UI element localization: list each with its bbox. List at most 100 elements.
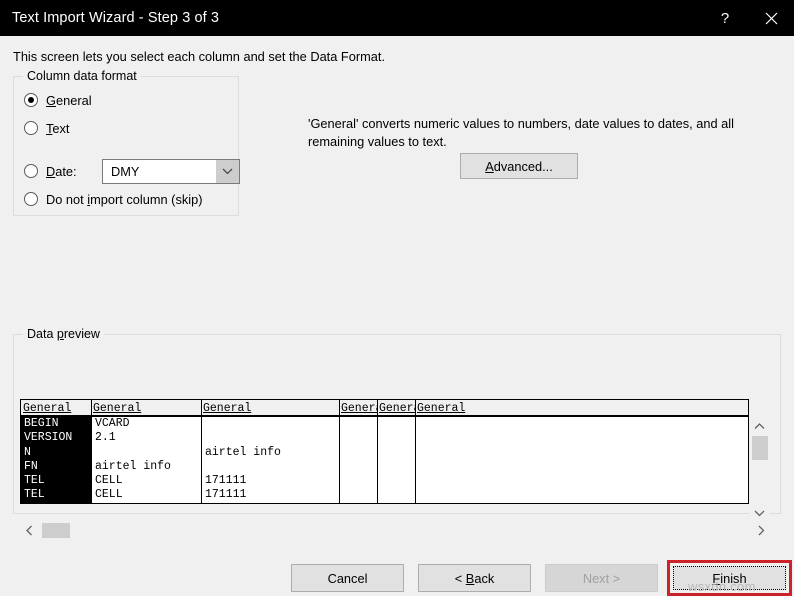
date-format-select[interactable]: DMY [102, 159, 240, 184]
preview-vertical-scrollbar[interactable] [749, 417, 770, 522]
preview-cell [340, 417, 377, 431]
format-description: 'General' converts numeric values to num… [308, 116, 734, 149]
chevron-right-icon [758, 525, 764, 535]
preview-column[interactable] [415, 417, 501, 503]
preview-cell: 2.1 [95, 431, 116, 445]
preview-cell: CELL [95, 488, 123, 502]
vertical-scroll-thumb[interactable] [752, 436, 768, 460]
preview-cell [92, 446, 201, 460]
preview-data-rows[interactable]: BEGIN VERSION N FN TEL TEL VCARD 2.1 airtel inf… [20, 417, 749, 504]
next-button-label: Next > [582, 570, 621, 586]
back-post: ack [474, 570, 495, 586]
data-preview-table[interactable]: GeneralGeneralGeneralGeneralGeneralGener… [20, 399, 770, 522]
preview-cell [378, 474, 415, 488]
radio-date-indicator[interactable] [24, 164, 38, 178]
preview-cell: TEL [24, 488, 45, 502]
cancel-button[interactable]: Cancel [291, 564, 404, 592]
scroll-left-button[interactable] [20, 520, 38, 540]
chevron-up-icon [754, 422, 765, 429]
radio-general-rest: eneral [55, 92, 92, 108]
chevron-left-icon [25, 525, 32, 535]
scroll-right-button[interactable] [752, 520, 770, 540]
radio-skip-indicator[interactable] [24, 192, 38, 206]
preview-column-header-label: General [23, 402, 72, 415]
accel-d: D [46, 163, 56, 179]
preview-column[interactable]: airtel info 171111 171111 [201, 417, 339, 503]
advanced-button-label: Advanced... [485, 159, 553, 174]
intro-text: This screen lets you select each column … [13, 49, 385, 64]
horizontal-scroll-thumb[interactable] [42, 523, 70, 538]
data-preview-title: Data preview [23, 327, 104, 341]
close-button[interactable] [748, 0, 794, 36]
advanced-button-rest: dvanced... [493, 158, 553, 174]
preview-cell [416, 417, 501, 431]
accel-a: A [485, 158, 494, 174]
preview-column[interactable]: BEGIN VERSION N FN TEL TEL [21, 417, 91, 503]
scroll-up-button[interactable] [749, 417, 770, 435]
column-data-format-title: Column data format [23, 69, 141, 83]
preview-column-header[interactable]: General [339, 400, 377, 415]
radio-text-rest: ext [52, 120, 70, 136]
watermark: wsxdn.com [688, 579, 756, 594]
preview-column-header-label: General [93, 402, 142, 415]
preview-cell [378, 488, 415, 502]
preview-cell [202, 417, 339, 431]
preview-column-divider[interactable] [339, 400, 340, 415]
preview-column-divider[interactable] [91, 400, 92, 415]
preview-cell: 171111 [205, 474, 247, 488]
back-pre: < [454, 570, 466, 586]
preview-column-header[interactable]: General [201, 400, 339, 415]
preview-column[interactable]: VCARD 2.1 airtel info CELL CELL [91, 417, 201, 503]
preview-cell: FN [24, 459, 38, 473]
preview-cell: TEL [24, 474, 45, 488]
radio-text-indicator[interactable] [24, 121, 38, 135]
preview-column-header-label: General [203, 402, 252, 415]
preview-cell [340, 446, 377, 460]
preview-horizontal-scrollbar[interactable] [20, 520, 770, 540]
preview-column-divider[interactable] [377, 400, 378, 415]
dialog-body: This screen lets you select each column … [0, 36, 794, 596]
radio-skip[interactable]: Do not import column (skip) [24, 190, 202, 208]
help-button[interactable]: ? [702, 0, 748, 36]
preview-column[interactable] [377, 417, 415, 503]
preview-cell: airtel info [205, 445, 281, 459]
radio-text-label: Text [46, 121, 69, 136]
next-button: Next > [545, 564, 658, 592]
preview-cell [416, 431, 501, 445]
close-icon [765, 12, 777, 24]
radio-text[interactable]: Text [24, 119, 69, 137]
preview-column-header[interactable]: General [377, 400, 415, 415]
preview-column-divider[interactable] [201, 400, 202, 415]
preview-cell [340, 474, 377, 488]
title-bar: Text Import Wizard - Step 3 of 3 ? [0, 0, 794, 36]
radio-general[interactable]: General [24, 91, 92, 109]
back-button[interactable]: < Back [418, 564, 531, 592]
preview-column-header[interactable]: General [91, 400, 201, 415]
radio-general-indicator[interactable] [24, 93, 38, 107]
preview-cell [416, 488, 501, 502]
chevron-down-icon[interactable] [216, 160, 239, 183]
radio-date[interactable]: Date: [24, 162, 77, 180]
data-preview-title-post: review [63, 327, 100, 341]
accel-g: G [46, 92, 56, 108]
advanced-button[interactable]: Advanced... [460, 153, 578, 179]
preview-cell: BEGIN [24, 417, 59, 430]
preview-cell [378, 446, 415, 460]
radio-date-label: Date: [46, 164, 77, 179]
radio-date-rest: ate: [55, 163, 77, 179]
radio-skip-pre: Do not [46, 191, 88, 207]
preview-cell [416, 474, 501, 488]
preview-cell [202, 431, 339, 445]
preview-header-row[interactable]: GeneralGeneralGeneralGeneralGeneralGener… [20, 399, 749, 417]
preview-cell: VERSION [24, 431, 73, 445]
preview-column-divider[interactable] [415, 400, 416, 415]
preview-column-header[interactable]: General [415, 400, 501, 415]
preview-cell: N [24, 445, 31, 459]
accel-b: B [465, 570, 475, 586]
preview-column[interactable] [339, 417, 377, 503]
cancel-button-label: Cancel [327, 570, 368, 586]
preview-column-header-label: General [417, 402, 466, 415]
preview-cell [378, 431, 415, 445]
preview-column-header-label: General [379, 402, 415, 415]
preview-column-header[interactable]: General [21, 400, 91, 415]
